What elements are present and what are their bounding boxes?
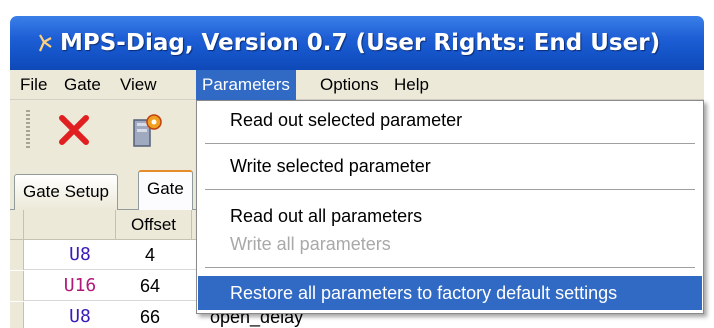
row-offset: 4 bbox=[144, 245, 155, 265]
menu-write-all-parameters: Write all parameters bbox=[230, 234, 391, 254]
delete-x-icon bbox=[59, 115, 89, 145]
row-header[interactable] bbox=[10, 271, 24, 301]
menu-restore-factory-defaults[interactable]: Restore all parameters to factory defaul… bbox=[198, 276, 702, 310]
menu-read-selected-parameter[interactable]: Read out selected parameter bbox=[198, 103, 702, 137]
row-type: U16 bbox=[63, 275, 97, 296]
menu-gate[interactable]: Gate bbox=[58, 70, 107, 100]
computer-settings-button[interactable] bbox=[126, 108, 170, 152]
menu-write-selected-parameter[interactable]: Write selected parameter bbox=[198, 149, 702, 183]
row-type: U8 bbox=[69, 244, 91, 265]
app-icon bbox=[38, 34, 52, 52]
header-offset[interactable]: Offset bbox=[116, 210, 192, 240]
menu-file[interactable]: File bbox=[14, 70, 53, 100]
computer-settings-icon bbox=[133, 114, 162, 147]
menu-separator bbox=[205, 189, 695, 190]
menu-parameters[interactable]: Parameters bbox=[196, 70, 296, 100]
header-type[interactable] bbox=[24, 210, 116, 240]
menu-options[interactable]: Options bbox=[314, 70, 385, 100]
menu-view[interactable]: View bbox=[114, 70, 163, 100]
row-offset: 66 bbox=[139, 307, 161, 327]
parameters-dropdown-menu: Read out selected parameter Write select… bbox=[196, 100, 704, 314]
row-offset: 64 bbox=[139, 276, 161, 296]
toolbar-grip[interactable] bbox=[26, 110, 30, 148]
row-header[interactable] bbox=[10, 240, 24, 270]
delete-button[interactable] bbox=[52, 108, 96, 152]
tab-gate[interactable]: Gate bbox=[138, 170, 193, 211]
grid-corner bbox=[10, 210, 24, 240]
row-header[interactable] bbox=[10, 302, 24, 328]
menu-separator bbox=[205, 143, 695, 144]
title-bar: MPS-Diag, Version 0.7 (User Rights: End … bbox=[10, 16, 704, 70]
window-title: MPS-Diag, Version 0.7 (User Rights: End … bbox=[60, 30, 661, 56]
menu-separator bbox=[205, 267, 695, 268]
tab-gate-setup[interactable]: Gate Setup bbox=[14, 174, 119, 210]
row-type: U8 bbox=[69, 306, 91, 327]
menu-help[interactable]: Help bbox=[388, 70, 435, 100]
menu-bar: File Gate View Parameters Options Help bbox=[10, 70, 704, 100]
